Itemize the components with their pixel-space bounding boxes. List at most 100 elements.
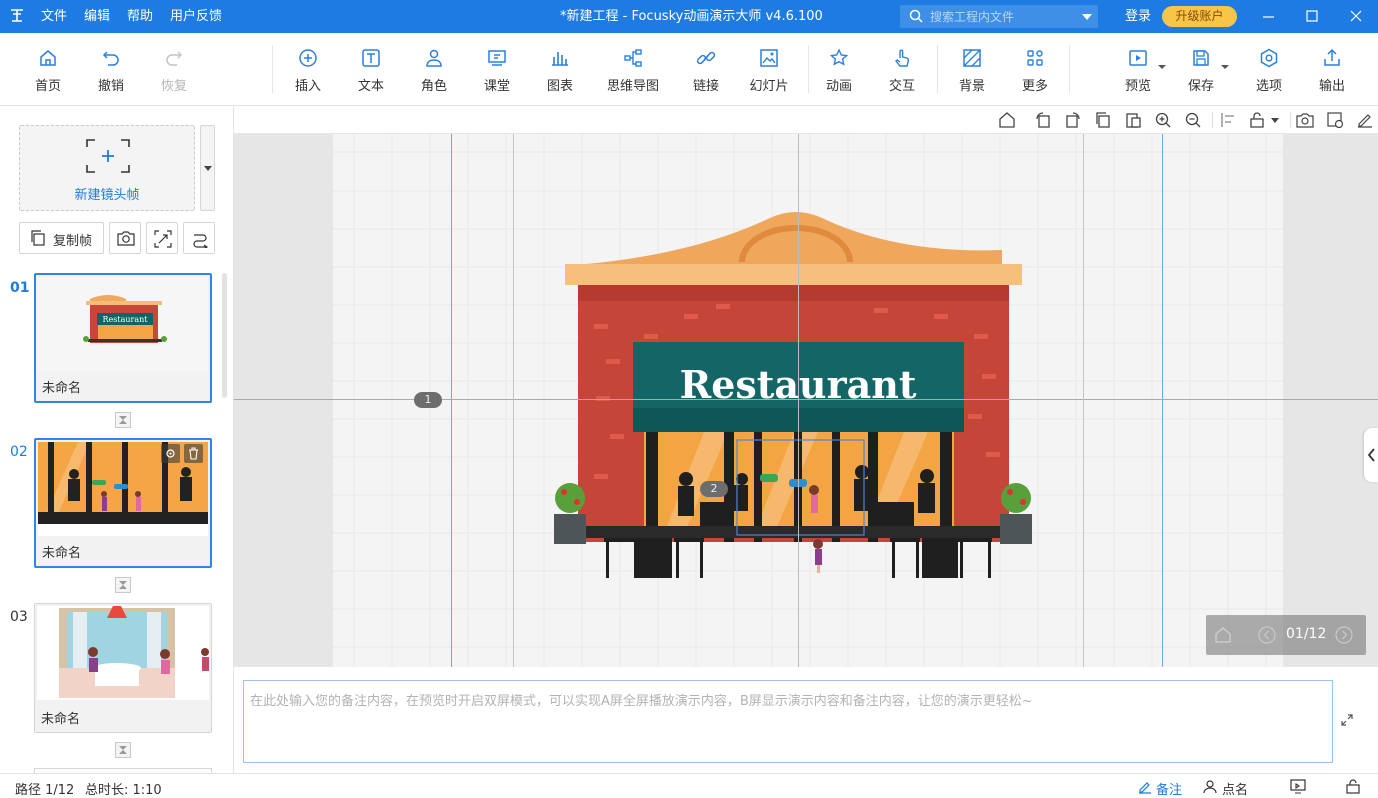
options-button[interactable]: 选项 [1249, 33, 1289, 106]
minimize-button[interactable] [1246, 0, 1290, 33]
redo-button[interactable]: 恢复 [154, 33, 194, 106]
copy-frame-button[interactable]: 复制帧 [19, 222, 104, 254]
slide-label: 幻灯片 [749, 79, 789, 94]
notes-panel [234, 667, 1378, 773]
login-link[interactable]: 登录 [1125, 0, 1151, 33]
link-icon [696, 51, 716, 65]
align-icon[interactable] [1220, 111, 1238, 129]
text-button[interactable]: 文本 [351, 33, 391, 106]
zoom-out-icon[interactable] [1184, 111, 1202, 129]
frame-delete-icon[interactable] [184, 444, 203, 463]
presentation-navigator: 01/12 [1206, 615, 1366, 655]
preview-button[interactable]: 预览 [1118, 33, 1166, 106]
role-button[interactable]: 角色 [414, 33, 454, 106]
preview-dropdown-icon[interactable] [1158, 65, 1166, 69]
home-button[interactable]: 首页 [28, 33, 68, 106]
frame-marker-1[interactable]: 1 [414, 392, 442, 408]
nav-next-icon[interactable] [1335, 626, 1353, 644]
screen-icon[interactable] [1290, 779, 1306, 794]
unlock-dropdown-icon[interactable] [1271, 118, 1279, 123]
vertical-guide[interactable] [798, 134, 799, 667]
frame-settings-icon[interactable] [161, 444, 180, 463]
home-view-icon[interactable] [998, 111, 1016, 129]
frame-thumbnail-3[interactable]: 未命名 [34, 603, 212, 733]
maximize-button[interactable] [1290, 0, 1334, 33]
interaction-button[interactable]: 交互 [882, 33, 922, 106]
vertical-guide[interactable] [1083, 134, 1084, 667]
chart-button[interactable]: 图表 [540, 33, 580, 106]
search-dropdown-icon[interactable] [1082, 14, 1092, 20]
text-icon [362, 49, 380, 67]
insert-button[interactable]: 插入 [288, 33, 328, 106]
frame-marker-2[interactable]: 2 [700, 481, 728, 497]
mindmap-button[interactable]: 思维导图 [604, 33, 662, 106]
sidebar-scrollbar[interactable] [222, 273, 227, 398]
transition-icon[interactable] [115, 742, 131, 758]
collapse-right-panel-button[interactable] [1364, 428, 1378, 482]
search-box[interactable] [900, 5, 1098, 28]
hand-pointer-icon [895, 49, 910, 67]
nav-prev-icon[interactable] [1258, 626, 1276, 644]
path-order-button[interactable] [183, 222, 215, 254]
nav-home-icon[interactable] [1214, 626, 1232, 644]
new-frame-button[interactable]: 新建镜头帧 [19, 125, 195, 211]
save-dropdown-icon[interactable] [1221, 65, 1229, 69]
frame-thumbnail-2[interactable]: 未命名 [34, 438, 212, 568]
frame-thumbnail-1[interactable]: Restaurant 未命名 [34, 273, 212, 403]
toolbar-divider [272, 45, 273, 93]
app-logo-icon[interactable] [10, 8, 24, 22]
undo-button[interactable]: 撤销 [91, 33, 131, 106]
total-duration: 总时长: 1:10 [85, 783, 162, 798]
image-settings-icon[interactable] [1326, 111, 1344, 129]
lock-screen-icon[interactable] [1345, 779, 1361, 794]
transition-icon[interactable] [115, 412, 131, 428]
notes-input[interactable] [243, 680, 1333, 763]
new-frame-icon [86, 139, 130, 173]
canvas-toolbar [234, 106, 1378, 134]
export-button[interactable]: 输出 [1312, 33, 1352, 106]
rotate-right-icon[interactable] [1064, 111, 1082, 129]
save-button[interactable]: 保存 [1181, 33, 1229, 106]
upload-icon [1324, 48, 1340, 66]
vertical-guide[interactable] [513, 134, 514, 667]
expand-icon[interactable] [1340, 713, 1354, 727]
more-button[interactable]: 更多 [1015, 33, 1055, 106]
animation-label: 动画 [825, 79, 852, 94]
settings-hexagon-icon [1260, 48, 1278, 68]
new-frame-dropdown[interactable] [200, 125, 215, 211]
slide-button[interactable]: 幻灯片 [746, 33, 792, 106]
canvas[interactable]: Restaurant 1 2 01/12 [234, 134, 1378, 667]
menu-file[interactable]: 文件 [41, 0, 67, 33]
copy-frame-label: 复制帧 [53, 234, 93, 249]
current-frame-outline[interactable] [451, 134, 1163, 667]
window-title: *新建工程 - Focusky动画演示大师 v4.6.100 [560, 9, 823, 24]
background-button[interactable]: 背景 [952, 33, 992, 106]
plus-circle-icon [299, 49, 317, 67]
rotate-left-icon[interactable] [1034, 111, 1052, 129]
link-button[interactable]: 链接 [686, 33, 726, 106]
transition-icon[interactable] [115, 577, 131, 593]
edit-icon[interactable] [1356, 111, 1374, 129]
camera-icon[interactable] [1296, 111, 1314, 129]
mindmap-label: 思维导图 [606, 79, 659, 94]
mindmap-icon [624, 49, 642, 67]
horizontal-guide[interactable] [234, 399, 1378, 400]
unlock-icon[interactable] [1248, 111, 1266, 129]
menu-edit[interactable]: 编辑 [84, 0, 110, 33]
grid-icon [1027, 50, 1043, 66]
close-button[interactable] [1334, 0, 1378, 33]
animation-button[interactable]: 动画 [819, 33, 859, 106]
notes-toggle[interactable]: 备注 [1156, 779, 1182, 798]
rollcall-button[interactable]: 点名 [1222, 779, 1248, 798]
classroom-icon [488, 50, 506, 66]
paste-icon[interactable] [1124, 111, 1142, 129]
class-button[interactable]: 课堂 [477, 33, 517, 106]
menu-help[interactable]: 帮助 [127, 0, 153, 33]
upgrade-button[interactable]: 升级账户 [1162, 6, 1237, 27]
frame-capture-button[interactable] [146, 222, 178, 254]
menu-feedback[interactable]: 用户反馈 [170, 0, 222, 33]
snapshot-button[interactable] [109, 222, 141, 254]
search-input[interactable] [930, 8, 1070, 25]
copy-icon[interactable] [1094, 111, 1112, 129]
zoom-in-icon[interactable] [1154, 111, 1172, 129]
